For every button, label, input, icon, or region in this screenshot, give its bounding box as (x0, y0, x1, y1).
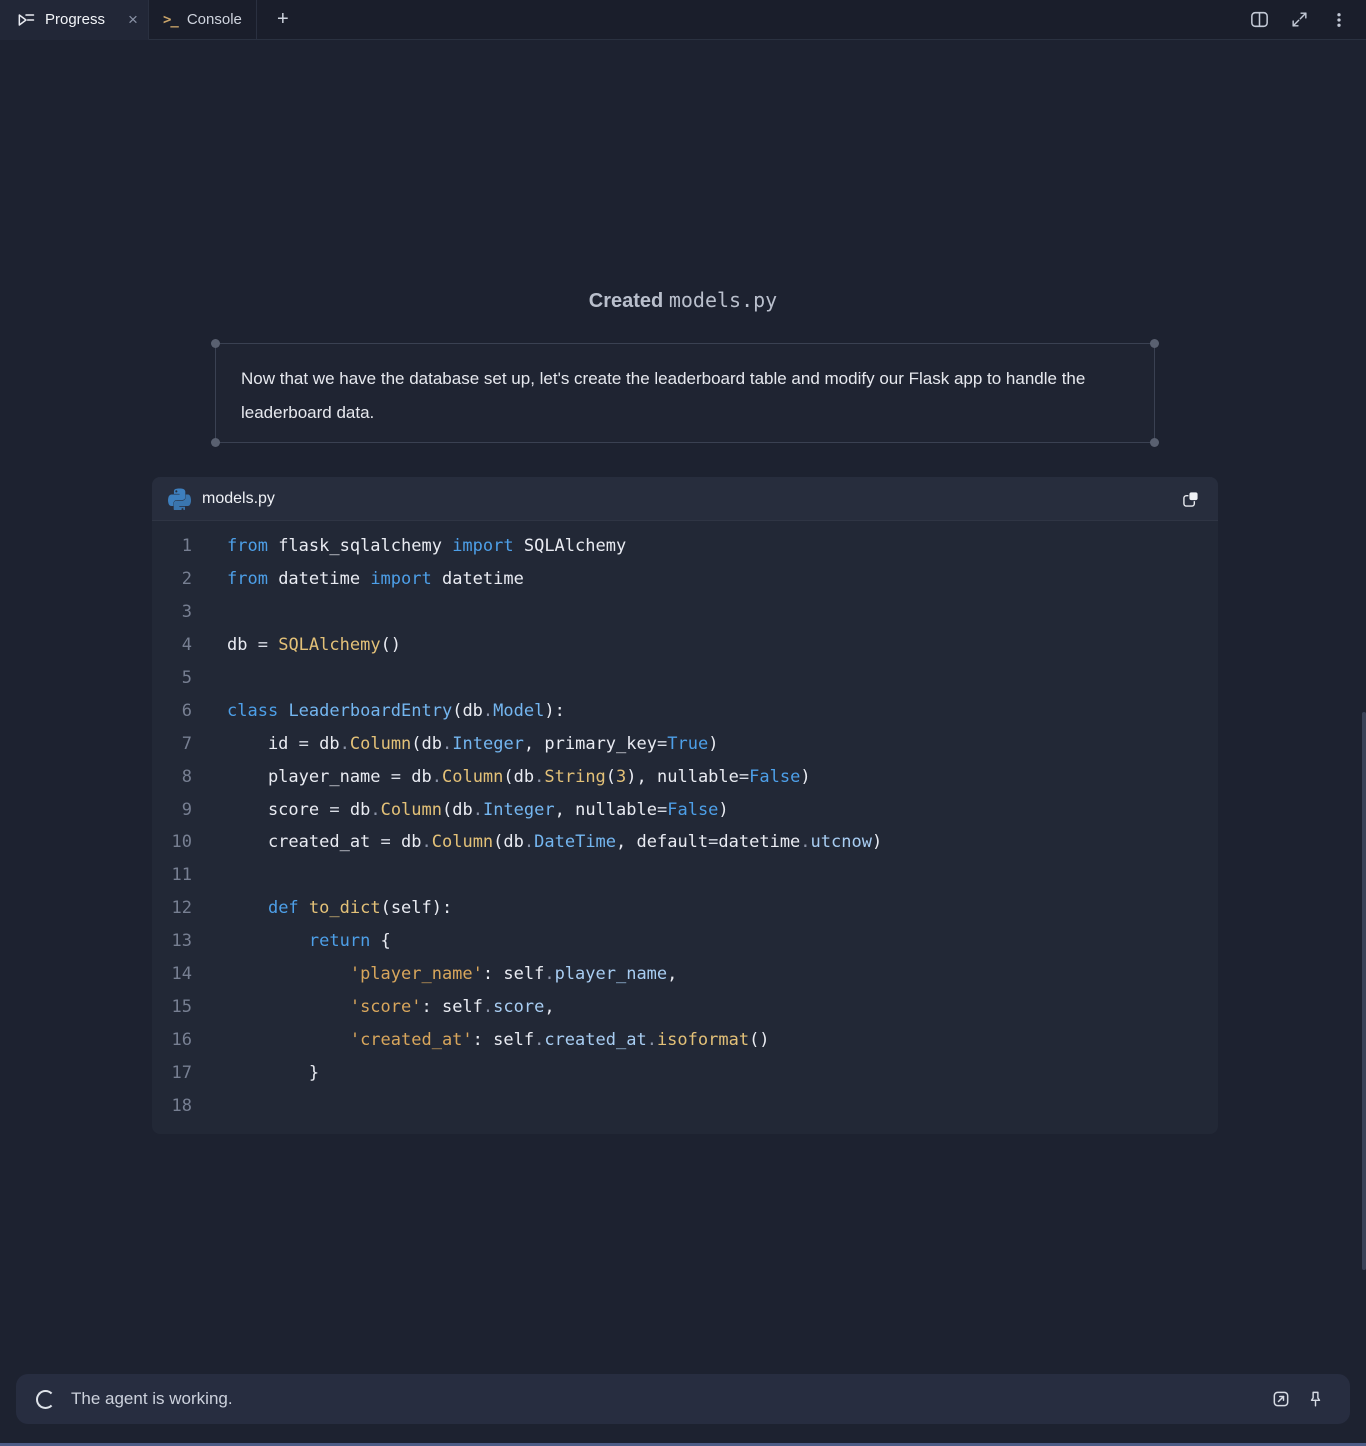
split-view-button[interactable] (1246, 7, 1272, 33)
python-icon (168, 487, 191, 510)
code-text: 'player_name': self.player_name, (227, 964, 677, 984)
loading-spinner-icon (36, 1390, 55, 1409)
code-line: 2 from datetime import datetime (152, 563, 1218, 596)
code-text: created_at = db.Column(db.DateTime, defa… (227, 832, 882, 852)
code-card-header: models.py (152, 477, 1218, 521)
code-text: player_name = db.Column(db.String(3), nu… (227, 767, 811, 787)
page-title-filename: models.py (669, 288, 777, 312)
tab-bar: Progress × >_ Console + (0, 0, 1366, 40)
line-number: 2 (152, 569, 192, 589)
line-number: 18 (152, 1096, 192, 1116)
selection-handle (1150, 339, 1159, 348)
line-number: 15 (152, 997, 192, 1017)
code-filename: models.py (202, 490, 1176, 508)
code-line: 5 (152, 662, 1218, 695)
line-number: 17 (152, 1063, 192, 1083)
open-in-new-button[interactable] (1264, 1382, 1298, 1416)
agent-message-box: Now that we have the database set up, le… (215, 343, 1155, 443)
line-number: 8 (152, 767, 192, 787)
code-line: 18 (152, 1089, 1218, 1122)
selection-handle (1150, 438, 1159, 447)
code-text: 'created_at': self.created_at.isoformat(… (227, 1030, 770, 1050)
code-line: 1 from flask_sqlalchemy import SQLAlchemy (152, 530, 1218, 563)
copy-code-button[interactable] (1176, 484, 1206, 514)
progress-icon (16, 10, 36, 30)
line-number: 1 (152, 536, 192, 556)
selection-handle (211, 438, 220, 447)
line-number: 12 (152, 898, 192, 918)
code-text: 'score': self.score, (227, 997, 555, 1017)
code-editor: 1 from flask_sqlalchemy import SQLAlchemy… (152, 521, 1218, 1134)
line-number: 10 (152, 832, 192, 852)
line-number: 13 (152, 931, 192, 951)
code-text: score = db.Column(db.Integer, nullable=F… (227, 800, 729, 820)
code-line: 14 'player_name': self.player_name, (152, 958, 1218, 991)
terminal-icon: >_ (163, 12, 178, 28)
code-line: 9 score = db.Column(db.Integer, nullable… (152, 793, 1218, 826)
pin-button[interactable] (1298, 1382, 1332, 1416)
code-line: 4 db = SQLAlchemy() (152, 629, 1218, 662)
selection-handle (211, 339, 220, 348)
code-line: 13 return { (152, 925, 1218, 958)
page-title-prefix: Created (589, 290, 669, 312)
tab-close-icon[interactable]: × (128, 11, 138, 28)
code-line: 16 'created_at': self.created_at.isoform… (152, 1023, 1218, 1056)
line-number: 9 (152, 800, 192, 820)
tab-progress[interactable]: Progress × (0, 0, 149, 40)
new-tab-button[interactable]: + (257, 0, 309, 40)
code-text: from datetime import datetime (227, 569, 524, 589)
tab-progress-label: Progress (45, 11, 105, 28)
agent-status-text: The agent is working. (71, 1389, 1264, 1409)
tab-console[interactable]: >_ Console (149, 0, 257, 40)
code-text: id = db.Column(db.Integer, primary_key=T… (227, 734, 718, 754)
code-text: return { (227, 931, 391, 951)
code-line: 6 class LeaderboardEntry(db.Model): (152, 694, 1218, 727)
line-number: 14 (152, 964, 192, 984)
line-number: 11 (152, 865, 192, 885)
line-number: 6 (152, 701, 192, 721)
code-line: 10 created_at = db.Column(db.DateTime, d… (152, 826, 1218, 859)
code-line: 15 'score': self.score, (152, 990, 1218, 1023)
vertical-scrollbar[interactable] (1362, 712, 1366, 1270)
code-line: 7 id = db.Column(db.Integer, primary_key… (152, 727, 1218, 760)
code-line: 11 (152, 859, 1218, 892)
code-text: def to_dict(self): (227, 898, 452, 918)
code-text: from flask_sqlalchemy import SQLAlchemy (227, 536, 626, 556)
agent-message-text: Now that we have the database set up, le… (216, 344, 1154, 430)
line-number: 16 (152, 1030, 192, 1050)
page-title: Created models.py (0, 288, 1366, 313)
window-controls (1232, 0, 1366, 40)
tabbar-spacer (309, 0, 1232, 40)
code-line: 12 def to_dict(self): (152, 892, 1218, 925)
code-text: class LeaderboardEntry(db.Model): (227, 701, 565, 721)
code-line: 3 (152, 596, 1218, 629)
code-text: } (227, 1063, 319, 1083)
code-line: 17 } (152, 1056, 1218, 1089)
line-number: 5 (152, 668, 192, 688)
code-text: db = SQLAlchemy() (227, 635, 401, 655)
line-number: 7 (152, 734, 192, 754)
line-number: 4 (152, 635, 192, 655)
agent-status-bar: The agent is working. (16, 1374, 1350, 1424)
tab-console-label: Console (187, 11, 242, 28)
code-line: 8 player_name = db.Column(db.String(3), … (152, 760, 1218, 793)
expand-button[interactable] (1286, 7, 1312, 33)
code-lines: 1 from flask_sqlalchemy import SQLAlchemy… (152, 530, 1218, 1122)
line-number: 3 (152, 602, 192, 622)
more-options-button[interactable] (1326, 7, 1352, 33)
code-card: models.py 1 from flask_sqlalchemy import … (152, 477, 1218, 1134)
